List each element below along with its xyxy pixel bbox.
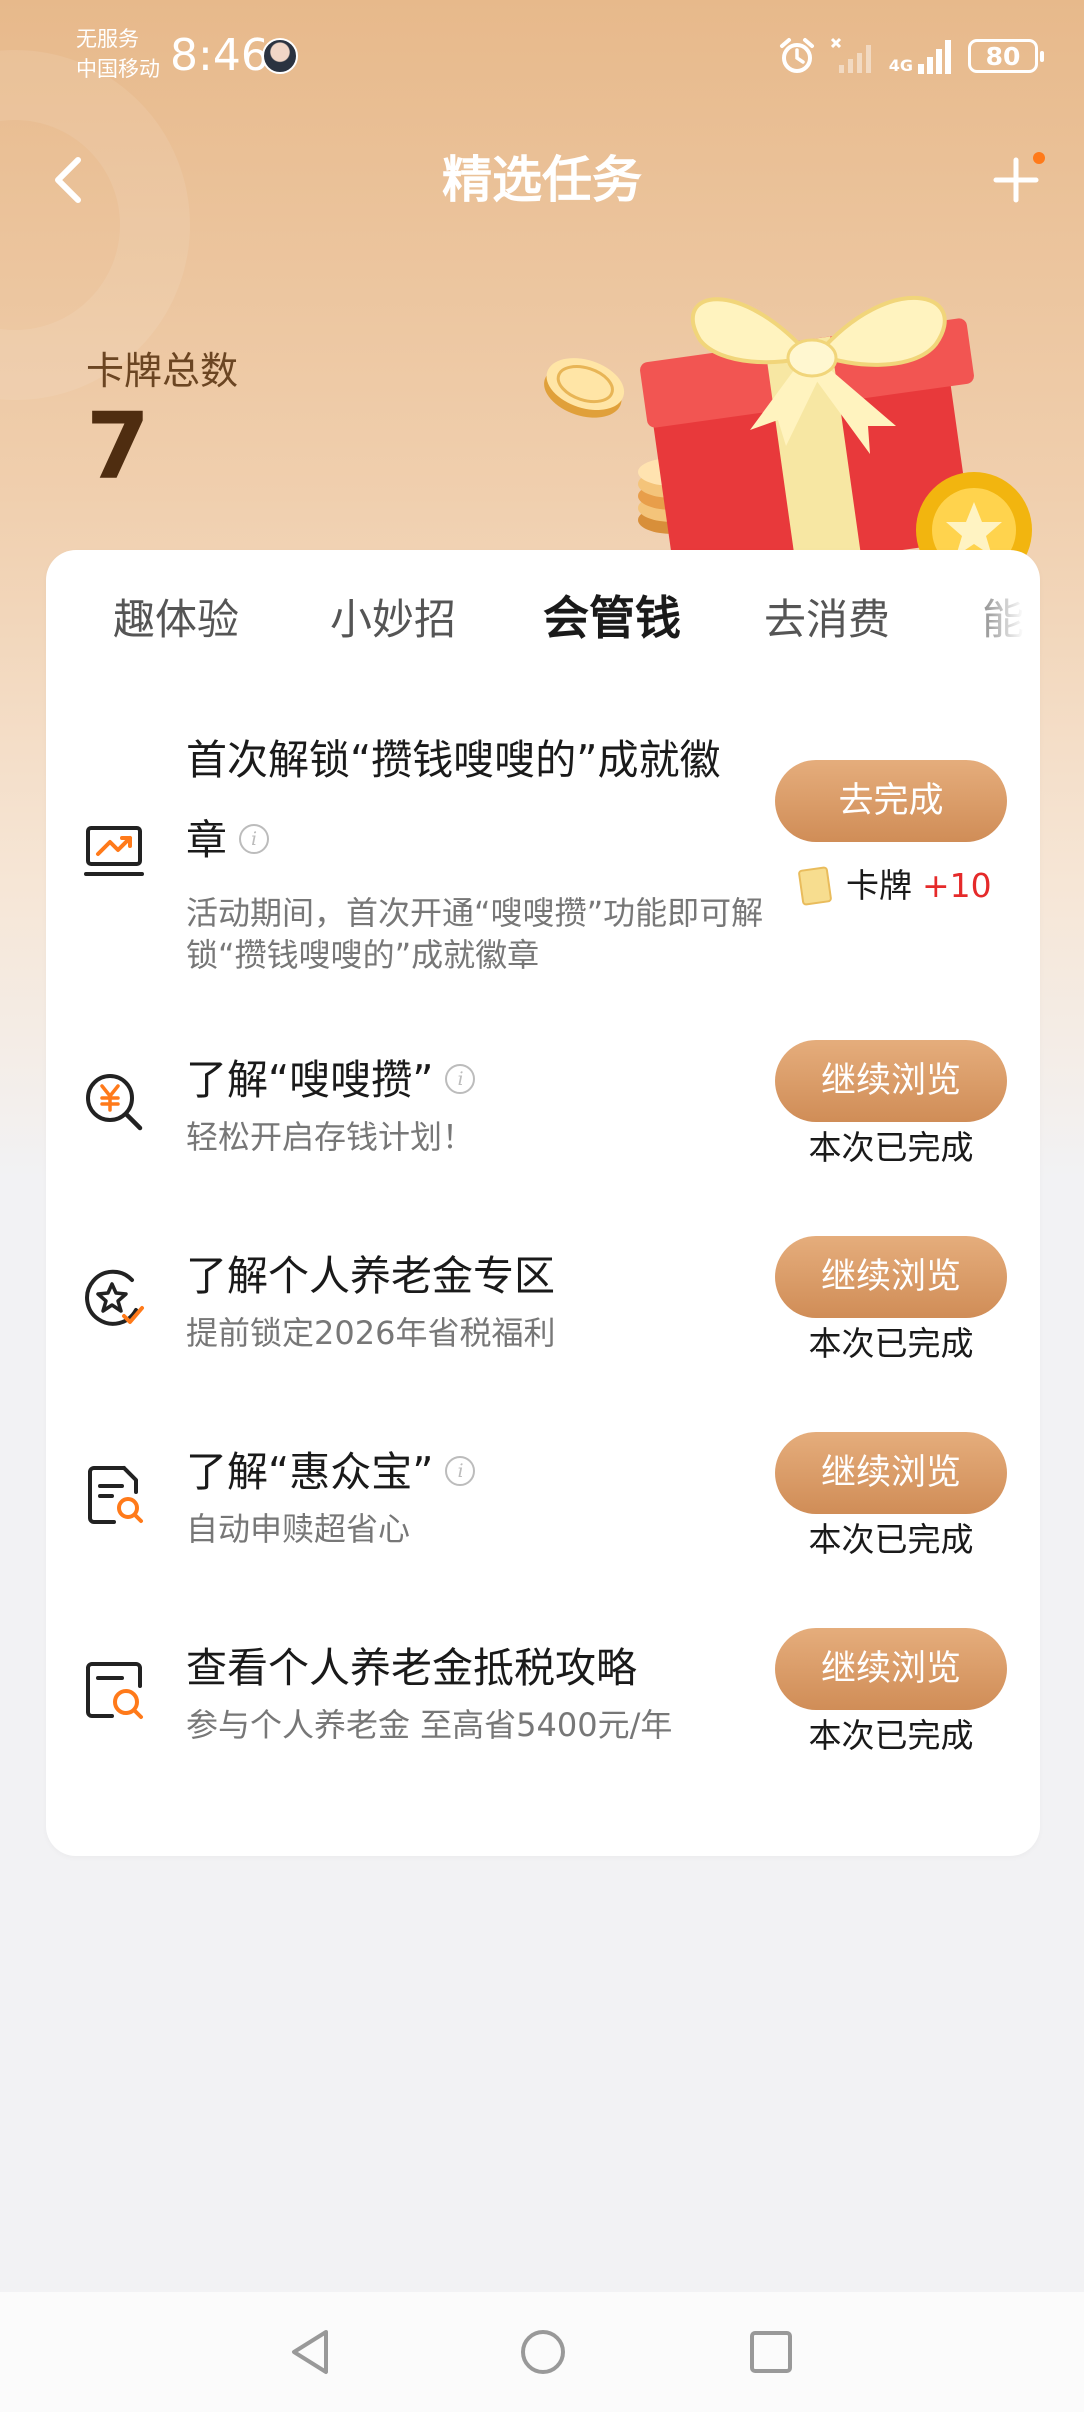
completed-status: 本次已完成 [808,1324,974,1363]
task-title-text: 了解“惠众宝” [186,1448,434,1496]
task-item: 了解“嗖嗖攒” i 轻松开启存钱计划！ 继续浏览 本次已完成 [46,1040,1040,1180]
card-total-value: 7 [86,393,151,500]
top-navigation: 精选任务 [0,130,1084,230]
tab-quxiaofei[interactable]: 去消费 [764,590,890,650]
info-icon[interactable]: i [445,1064,476,1094]
tab-xiaomiaozhao[interactable]: 小妙招 [330,590,456,650]
completed-status: 本次已完成 [808,1716,974,1755]
task-item: 了解“惠众宝” i 自动申赎超省心 继续浏览 本次已完成 [46,1432,1040,1572]
reward-label: 卡牌 [846,866,912,905]
nav-back-icon[interactable] [286,2326,336,2378]
signal-icon [918,40,951,74]
reward-points: +10 [922,866,992,905]
continue-browsing-button[interactable]: 继续浏览 [775,1432,1007,1514]
notification-dot [1033,152,1045,164]
tab-huiguanqian[interactable]: 会管钱 [543,590,681,648]
task-description: 轻松开启存钱计划！ [186,1118,475,1156]
task-description: 自动申赎超省心 [186,1510,411,1548]
gift-illustration [544,295,1032,560]
yuan-search-icon [86,1074,143,1131]
task-title: 查看个人养老金抵税攻略 [186,1644,637,1692]
folder-search-icon [86,1662,143,1719]
task-title: 了解个人养老金专区 [186,1252,555,1300]
task-item: 了解个人养老金专区 提前锁定2026年省税福利 继续浏览 本次已完成 [46,1236,1040,1376]
task-title: 首次解锁“攒钱嗖嗖的”成就徽 章i [186,720,806,880]
tab-qutiyan[interactable]: 趣体验 [113,590,239,650]
info-icon[interactable]: i [239,824,269,854]
no-signal-icon [830,37,871,73]
network-type: 4G [889,38,954,74]
star-check-icon [85,1269,144,1326]
reward-info: 卡牌 +10 [797,864,992,908]
status-bar: 无服务 中国移动 8:46 4G 80 [0,0,1084,110]
carrier-status: 无服务 [76,27,139,51]
info-icon[interactable]: i [445,1456,476,1486]
card-total-label: 卡牌总数 [86,349,239,393]
task-description: 活动期间，首次开通“嗖嗖攒”功能即可解锁“攒钱嗖嗖的”成就徽章 [186,894,764,974]
card-reward-icon [797,865,833,906]
status-time: 8:46 [170,30,269,81]
task-description: 提前锁定2026年省税福利 [186,1314,556,1352]
add-button[interactable] [986,150,1046,210]
task-title: 了解“嗖嗖攒” i [186,1040,806,1120]
status-icons: 4G 80 [777,34,1044,78]
task-title-line1: 首次解锁“攒钱嗖嗖的”成就徽 [186,736,721,784]
continue-browsing-button[interactable]: 继续浏览 [775,1040,1007,1122]
battery-level: 80 [985,41,1021,71]
task-item: 查看个人养老金抵税攻略 参与个人养老金 至高省5400元/年 继续浏览 本次已完… [46,1628,1040,1768]
task-title: 了解“惠众宝” i [186,1432,806,1512]
task-title-text: 了解“嗖嗖攒” [186,1056,434,1104]
page-title: 精选任务 [442,151,642,209]
network-type-label: 4G [888,56,913,75]
chart-trend-icon [84,826,144,876]
category-tabs: 趣体验 小妙招 会管钱 去消费 能力 [46,590,1040,670]
go-complete-button[interactable]: 去完成 [775,760,1007,842]
carrier-info: 无服务 中国移动 [76,24,160,84]
completed-status: 本次已完成 [808,1128,974,1167]
task-title-line2-text: 章 [186,816,227,864]
completed-status: 本次已完成 [808,1520,974,1559]
task-title-line2: 章i [186,800,806,880]
nav-recents-icon[interactable] [746,2326,796,2378]
task-description: 参与个人养老金 至高省5400元/年 [186,1706,673,1744]
continue-browsing-button[interactable]: 继续浏览 [775,1236,1007,1318]
continue-browsing-button[interactable]: 继续浏览 [775,1628,1007,1710]
notification-avatar-icon [262,38,298,74]
nav-home-icon[interactable] [518,2326,568,2378]
battery-indicator: 80 [968,39,1044,73]
task-item: 首次解锁“攒钱嗖嗖的”成就徽 章i 活动期间，首次开通“嗖嗖攒”功能即可解锁“攒… [46,720,1040,1020]
task-card: 趣体验 小妙招 会管钱 去消费 能力 首次解锁“攒钱嗖嗖的”成就徽 章i 活动期… [46,550,1040,1856]
system-navigation-bar [0,2292,1084,2412]
carrier-name: 中国移动 [76,57,160,81]
document-search-icon [88,1466,143,1524]
alarm-icon [779,38,814,73]
tab-fade-overlay [960,590,1040,670]
